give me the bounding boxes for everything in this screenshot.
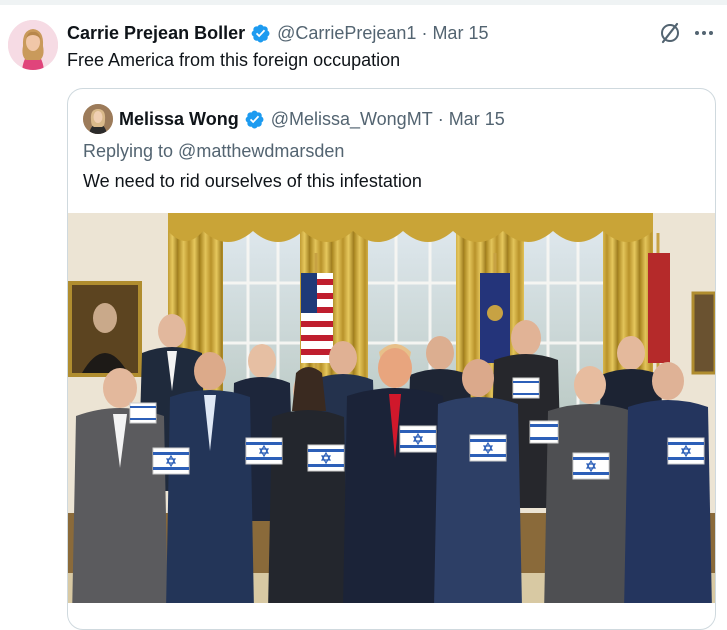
- quoted-author-name[interactable]: Melissa Wong: [119, 109, 239, 130]
- tweet-header: Carrie Prejean Boller @CarriePrejean1 · …: [67, 22, 488, 44]
- author-handle[interactable]: @CarriePrejean1: [277, 23, 416, 44]
- more-options-icon[interactable]: [693, 22, 715, 44]
- quoted-author-handle[interactable]: @Melissa_WongMT: [271, 109, 433, 130]
- quoted-tweet-date[interactable]: Mar 15: [449, 109, 505, 130]
- tweet-text: Free America from this foreign occupatio…: [67, 50, 401, 70]
- author-avatar[interactable]: [8, 20, 58, 70]
- separator-dot: ·: [437, 108, 444, 129]
- tweet-date[interactable]: Mar 15: [432, 23, 488, 44]
- quoted-author-avatar[interactable]: [83, 104, 113, 134]
- separator-dot: ·: [421, 22, 428, 43]
- grok-icon[interactable]: [658, 21, 682, 45]
- replying-to-label[interactable]: Replying to @matthewdmarsden: [83, 141, 344, 162]
- quoted-tweet-text: We need to rid ourselves of this infesta…: [83, 171, 422, 191]
- attached-photo[interactable]: [68, 213, 715, 618]
- top-divider: [0, 0, 727, 5]
- verified-badge-icon: [250, 23, 271, 44]
- quoted-tweet-card[interactable]: Melissa Wong @Melissa_WongMT · Mar 15 Re…: [67, 88, 716, 630]
- quoted-tweet-header: Melissa Wong @Melissa_WongMT · Mar 15: [119, 108, 505, 130]
- author-name[interactable]: Carrie Prejean Boller: [67, 23, 245, 44]
- verified-badge-icon: [244, 109, 265, 130]
